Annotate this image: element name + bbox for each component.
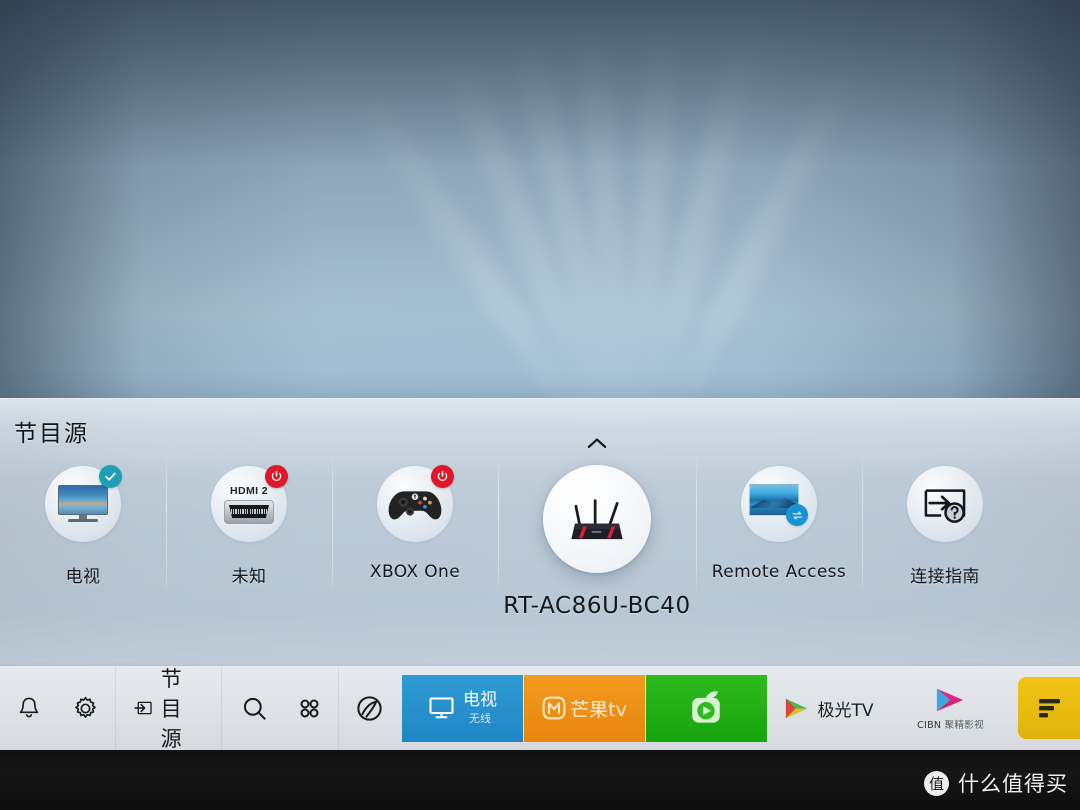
fruit-play-icon [692,691,721,723]
watermark: 值 什么值得买 [924,768,1068,798]
source-label: Remote Access [711,562,847,582]
tv-monitor-icon [429,697,454,719]
source-item-hdmi2[interactable]: HDMI 2 未知 [166,449,332,598]
source-list: 电视 HDMI 2 未知 XBOX One RT-AC86U-BC40 Remo… [0,438,1080,659]
source-panel: 节目源 电视 HDMI 2 未知 XBOX One RT-AC86U-BC40 … [0,398,1080,666]
app-tile-mango-tv[interactable]: 芒果tv [523,674,645,742]
app-tile-title: 电视 [462,689,497,710]
source-icon-bubble [543,465,651,573]
source-icon-bubble [907,466,983,542]
source-input-icon [133,701,152,715]
apps-grid-icon[interactable] [281,666,338,750]
source-divider [332,453,333,598]
notification-bell-icon[interactable] [0,666,56,750]
source-divider [696,453,697,598]
source-item-connection-guide[interactable]: 连接指南 [862,449,1028,598]
app-tile-yellow[interactable] [1017,677,1080,739]
app-tile-cibn[interactable]: CIBN 聚精影视 [890,675,1011,742]
search-icon[interactable] [221,666,281,750]
power-badge [431,465,454,488]
tv-bezel [0,750,1080,810]
bottom-bar-source-label: 节目源 [160,667,184,750]
tv-icon [58,485,108,523]
screen-share-icon [749,482,809,526]
yellow-app-logo-icon [1038,699,1060,718]
source-item-remote-access[interactable]: Remote Access [696,449,862,598]
app-tile-aurora-tv[interactable]: 极光TV [768,675,889,742]
source-item-tv[interactable]: 电视 [0,449,166,587]
gamepad-icon [388,491,442,520]
app-tile-row: 电视 无线 芒果tv 极光TV CIBN 聚精影视 [401,666,1080,750]
check-badge [99,465,122,488]
source-divider [166,453,167,598]
bottom-bar-source-button[interactable]: 节目源 [116,666,221,750]
source-label: XBOX One [369,562,461,582]
app-tile-subtitle: 无线 [468,711,491,725]
universal-guide-icon[interactable] [339,666,400,750]
share-arrows-badge [786,504,808,526]
watermark-text: 什么值得买 [958,772,1068,796]
source-icon-bubble [741,466,817,542]
power-badge [265,465,288,488]
source-icon-bubble [377,465,454,542]
mango-logo-icon [542,696,566,720]
cibn-play-icon [937,688,964,712]
source-item-xbox-one[interactable]: XBOX One [332,449,498,598]
source-label: 电视 [65,567,101,587]
source-item-router-selected[interactable]: RT-AC86U-BC40 [498,438,696,619]
settings-gear-icon[interactable] [56,666,115,750]
source-icon-bubble: HDMI 2 [211,465,288,542]
hdmi-port-label: HDMI 2 [230,484,268,497]
watermark-logo: 值 [924,770,949,796]
tv-screen: 节目源 电视 HDMI 2 未知 XBOX One RT-AC86U-BC40 … [0,0,1080,750]
bottom-bar-left-icons [0,666,115,750]
page-title: 节目源 [14,421,89,447]
app-tile-green[interactable] [645,674,767,742]
source-label: 连接指南 [910,567,980,587]
bottom-navigation-bar: 节目源 电视 无线 芒果tv 极光TV CIBN 聚精影视 [0,666,1080,750]
source-divider [862,453,863,598]
source-label: 未知 [231,567,267,587]
chevron-up-icon[interactable] [586,437,608,449]
app-tile-tv[interactable]: 电视 无线 [401,674,523,742]
aurora-play-icon [786,698,808,718]
app-tile-title: 极光TV [817,700,874,721]
source-divider [498,453,499,598]
connection-guide-icon [924,489,966,523]
app-tile-caption: CIBN 聚精影视 [917,720,984,731]
router-icon [571,499,623,540]
hdmi-icon: HDMI 2 [219,480,279,528]
app-tile-title: 芒果tv [570,698,627,721]
source-label: RT-AC86U-BC40 [503,593,691,619]
source-icon-bubble [45,465,122,542]
